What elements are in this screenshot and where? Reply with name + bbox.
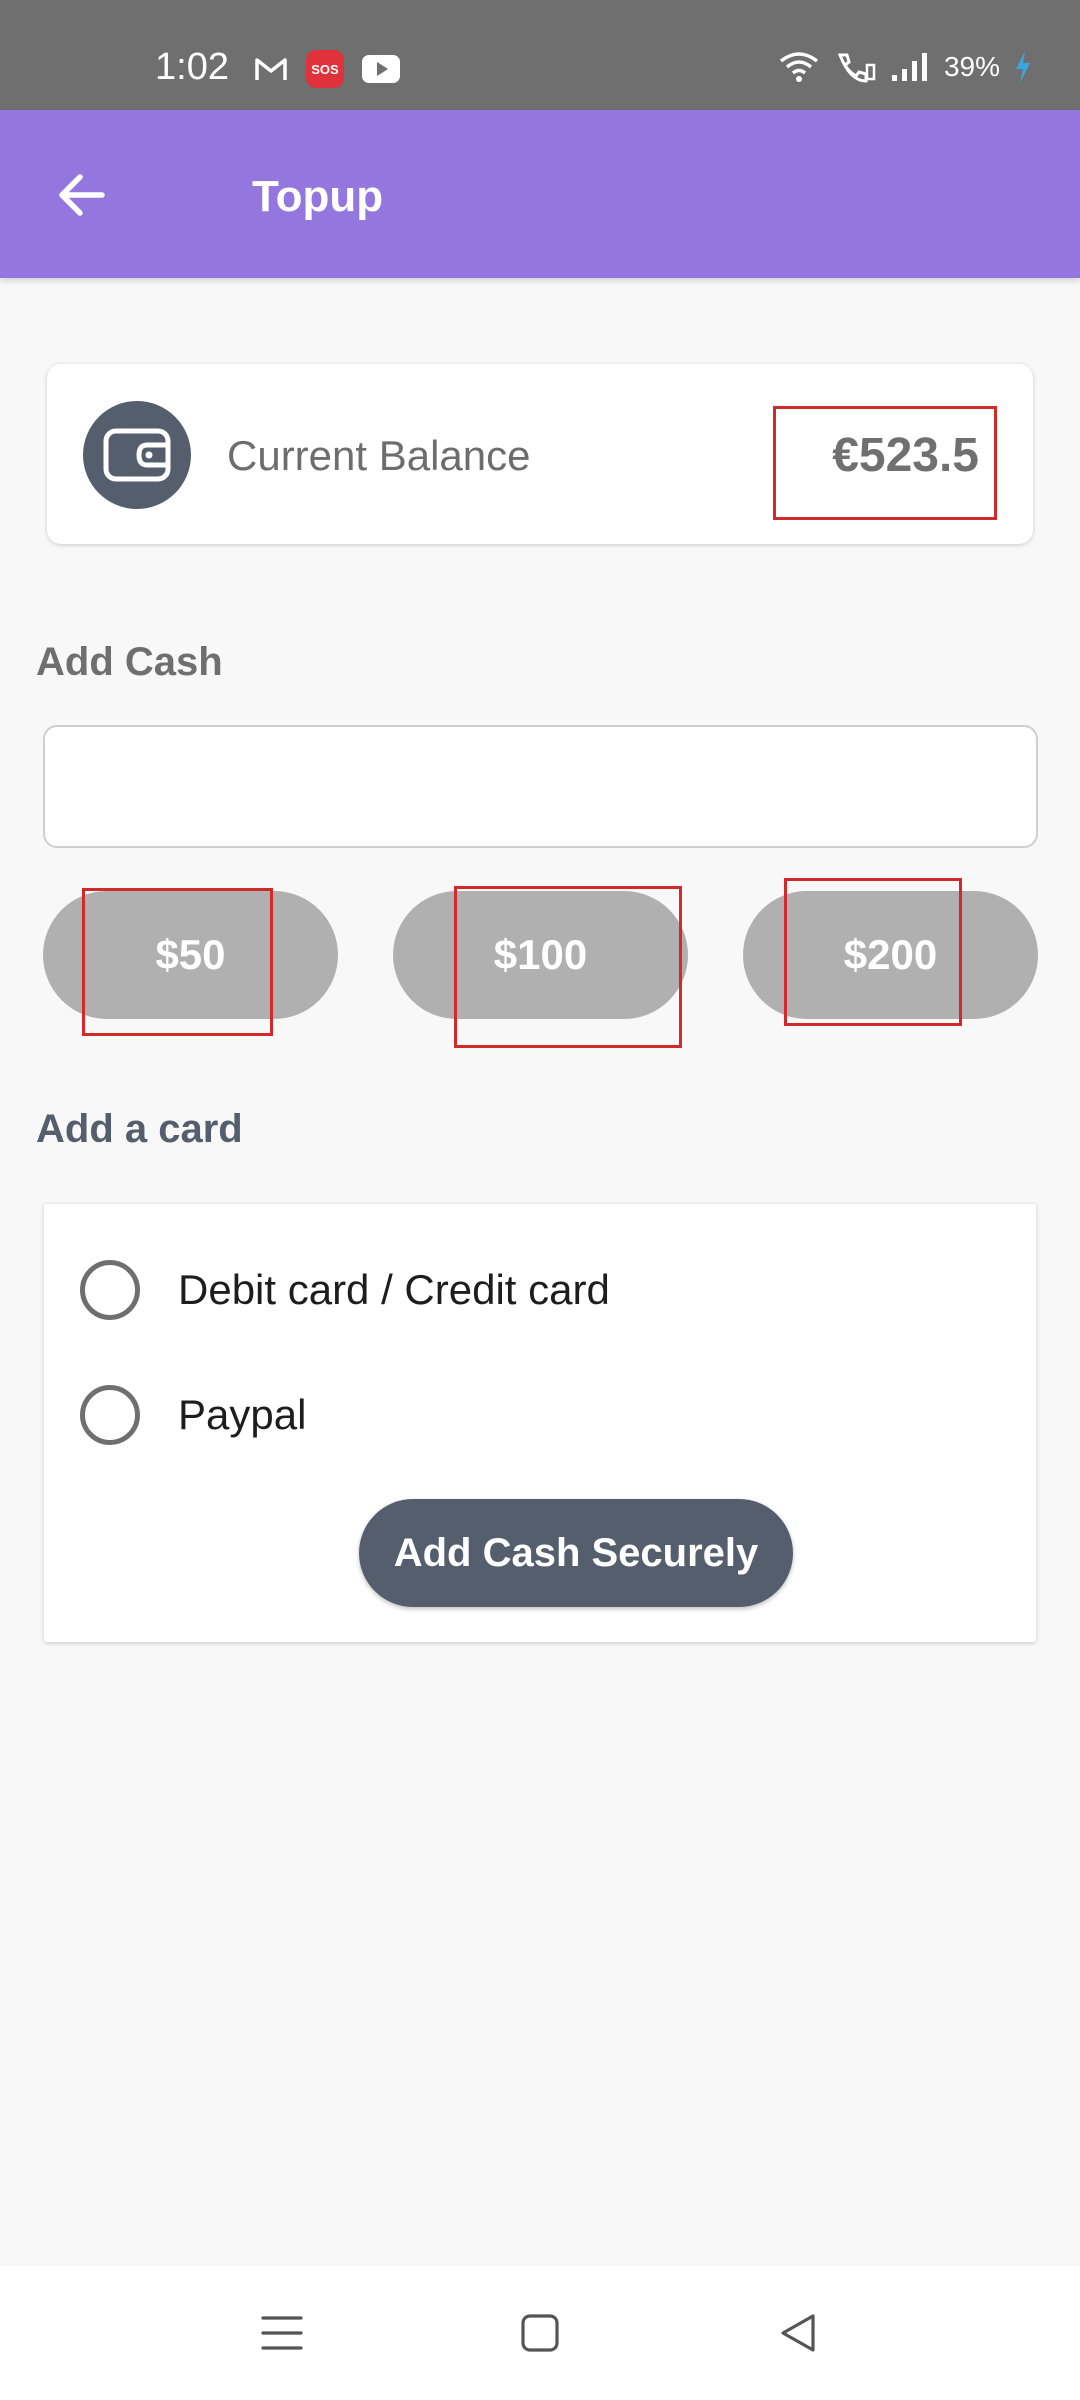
payment-option-paypal[interactable]: Paypal (80, 1383, 306, 1447)
menu-icon[interactable] (259, 2310, 305, 2356)
system-icons: 39% (778, 50, 1032, 84)
home-square-icon[interactable] (517, 2310, 563, 2356)
payment-options-card: Debit card / Credit card Paypal Add Cash… (44, 1204, 1036, 1642)
payment-option-label: Debit card / Credit card (178, 1266, 610, 1313)
signal-icon (891, 53, 927, 81)
radio-button[interactable] (80, 1260, 140, 1320)
add-card-title: Add a card (36, 1107, 243, 1151)
gmail-icon (255, 58, 287, 80)
highlight-box-200 (784, 878, 962, 1026)
highlight-box-50 (82, 888, 273, 1036)
sos-icon: SOS (306, 50, 344, 88)
battery-charging-icon (1016, 51, 1030, 83)
navigation-bar (0, 2266, 1080, 2400)
youtube-icon (362, 55, 400, 83)
highlight-box-100 (454, 886, 682, 1048)
wifi-icon (779, 52, 819, 82)
page-title: Topup (252, 172, 384, 221)
app-bar: Topup (0, 110, 1080, 278)
wallet-icon (103, 428, 171, 482)
add-cash-title: Add Cash (36, 640, 223, 684)
status-time: 1:02 (155, 46, 229, 88)
payment-option-label: Paypal (178, 1391, 307, 1438)
wifi-call-icon (837, 53, 876, 83)
add-cash-securely-button[interactable]: Add Cash Securely (359, 1499, 793, 1607)
balance-label: Current Balance (227, 432, 531, 479)
notification-icons: SOS (254, 50, 400, 88)
back-button[interactable] (52, 165, 112, 225)
payment-option-card[interactable]: Debit card / Credit card (80, 1258, 610, 1322)
cash-amount-input[interactable] (43, 725, 1038, 848)
status-bar: 1:02 SOS 39% (0, 0, 1080, 110)
highlight-box-balance (773, 406, 997, 520)
wallet-avatar (83, 401, 191, 509)
radio-button[interactable] (80, 1385, 140, 1445)
topup-screen: 1:02 SOS 39% Topup Current Balance €523.… (0, 0, 1080, 2400)
arrow-left-icon (59, 174, 105, 216)
battery-percentage: 39% (943, 51, 1000, 82)
back-triangle-icon[interactable] (775, 2310, 821, 2356)
